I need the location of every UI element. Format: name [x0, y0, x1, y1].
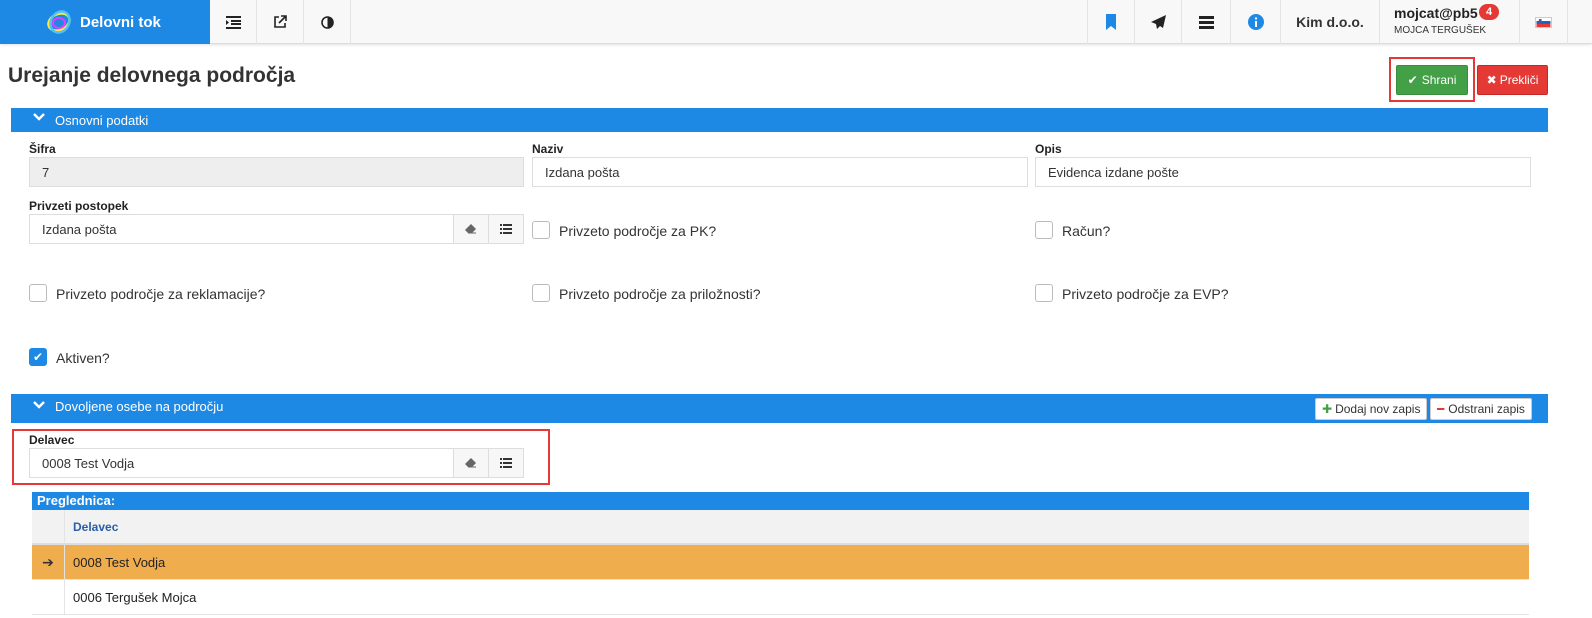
- logo-icon: [47, 10, 71, 34]
- user-full-name: MOJCA TERGUŠEK: [1394, 25, 1487, 36]
- indent-list-icon: [225, 15, 241, 29]
- remove-record-button[interactable]: ━ Odstrani zapis: [1430, 398, 1532, 420]
- plus-icon: ✚: [1322, 402, 1333, 416]
- checkbox-racun-label: Račun?: [1062, 223, 1111, 239]
- delavec-label: Delavec: [29, 433, 75, 447]
- checkbox-racun[interactable]: [1035, 221, 1053, 239]
- eraser-icon: [465, 224, 476, 234]
- naziv-field[interactable]: Izdana pošta: [532, 157, 1028, 187]
- grid-header-row: Delavec: [32, 510, 1529, 545]
- company-name: Kim d.o.o.: [1296, 14, 1364, 30]
- grid-cell-delavec: 0008 Test Vodja: [73, 554, 166, 570]
- checkbox-pk-label: Privzeto področje za PK?: [559, 223, 717, 239]
- list-icon: [500, 224, 512, 234]
- external-link-icon: [274, 15, 287, 28]
- postopek-list-button[interactable]: [488, 214, 524, 244]
- add-record-button[interactable]: ✚ Dodaj nov zapis: [1315, 398, 1428, 420]
- postopek-label: Privzeti postopek: [29, 199, 129, 213]
- page-title: Urejanje delovnega področja: [8, 64, 296, 87]
- checkbox-priloznosti-label: Privzeto področje za priložnosti?: [559, 286, 761, 302]
- list-icon: [500, 458, 512, 468]
- top-navbar: Delovni tok Kim d.o.o. mojcat@pb5 4 MOJC…: [0, 0, 1592, 44]
- section-basic-data-header[interactable]: Osnovni podatki: [11, 108, 1548, 132]
- grid-selector-header: [32, 510, 65, 543]
- brand[interactable]: Delovni tok: [0, 0, 210, 44]
- bookmark-icon: [1106, 14, 1116, 30]
- opis-label: Opis: [1035, 142, 1062, 156]
- open-external-button[interactable]: [257, 0, 304, 44]
- checkbox-priloznosti[interactable]: [532, 284, 550, 302]
- language-selector[interactable]: [1519, 0, 1568, 44]
- checkbox-evp-label: Privzeto področje za EVP?: [1062, 286, 1229, 302]
- persons-grid: Delavec ➔ 0008 Test Vodja 0006 Terguš‌ek…: [32, 510, 1529, 615]
- postopek-field[interactable]: Izdana pošta: [29, 214, 454, 244]
- delavec-clear-button[interactable]: [453, 448, 489, 478]
- postopek-clear-button[interactable]: [453, 214, 489, 244]
- checkbox-reklamacije-label: Privzeto področje za reklamacije?: [56, 286, 266, 302]
- server-button[interactable]: [1181, 0, 1230, 44]
- contrast-icon: [320, 15, 334, 29]
- remove-record-label: Odstrani zapis: [1448, 402, 1525, 416]
- server-icon: [1198, 15, 1214, 29]
- section-title: Dovoljene osebe na področju: [55, 399, 224, 414]
- grid-selector-cell: [32, 580, 65, 614]
- grid-cell-delavec: 0006 Terguš‌ek Mojca: [73, 589, 197, 605]
- opis-field[interactable]: Evidenca izdane pošte: [1035, 157, 1531, 187]
- paper-plane-icon: [1150, 14, 1166, 29]
- chevron-down-icon: [33, 111, 45, 126]
- naziv-label: Naziv: [532, 142, 564, 156]
- slovenian-flag-icon: [1535, 16, 1552, 28]
- arrow-right-icon: ➔: [32, 545, 65, 579]
- grid-column-header-delavec[interactable]: Delavec: [65, 510, 118, 543]
- add-record-label: Dodaj nov zapis: [1335, 402, 1421, 416]
- check-icon: ✔: [1407, 73, 1418, 87]
- minus-icon: ━: [1437, 402, 1445, 416]
- checkbox-aktiven[interactable]: ✔: [29, 348, 47, 366]
- user-name: mojcat@pb5: [1394, 5, 1478, 21]
- company-selector[interactable]: Kim d.o.o.: [1280, 0, 1379, 44]
- delavec-field[interactable]: 0008 Test Vodja: [29, 448, 454, 478]
- cancel-button[interactable]: ✖ Prekliči: [1477, 65, 1548, 95]
- menu-toggle-button[interactable]: [210, 0, 257, 44]
- sifra-field: 7: [29, 157, 524, 187]
- checkbox-evp[interactable]: [1035, 284, 1053, 302]
- section-title: Osnovni podatki: [55, 112, 149, 128]
- checkbox-aktiven-label: Aktiven?: [56, 350, 110, 366]
- close-icon: ✖: [1486, 73, 1497, 87]
- cancel-button-label: Prekliči: [1499, 73, 1539, 87]
- save-button-label: Shrani: [1421, 73, 1457, 87]
- send-button[interactable]: [1134, 0, 1181, 44]
- check-icon: ✔: [32, 350, 44, 364]
- table-row[interactable]: 0006 Terguš‌ek Mojca: [32, 580, 1529, 615]
- notification-badge[interactable]: 4: [1479, 4, 1500, 20]
- eraser-icon: [465, 458, 476, 468]
- sifra-label: Šifra: [29, 142, 56, 156]
- bookmark-button[interactable]: [1087, 0, 1134, 44]
- save-button[interactable]: ✔ Shrani: [1396, 65, 1468, 95]
- checkbox-pk[interactable]: [532, 221, 550, 239]
- chevron-down-icon: [33, 399, 45, 414]
- checkbox-reklamacije[interactable]: [29, 284, 47, 302]
- contrast-toggle-button[interactable]: [304, 0, 351, 44]
- delavec-list-button[interactable]: [488, 448, 524, 478]
- user-menu[interactable]: mojcat@pb5 4 MOJCA TERGUŠEK: [1379, 0, 1519, 44]
- grid-title: Preglednica:: [32, 492, 1529, 510]
- info-button[interactable]: [1230, 0, 1280, 44]
- brand-name: Delovni tok: [80, 13, 161, 31]
- table-row[interactable]: ➔ 0008 Test Vodja: [32, 545, 1529, 580]
- info-icon: [1247, 14, 1264, 30]
